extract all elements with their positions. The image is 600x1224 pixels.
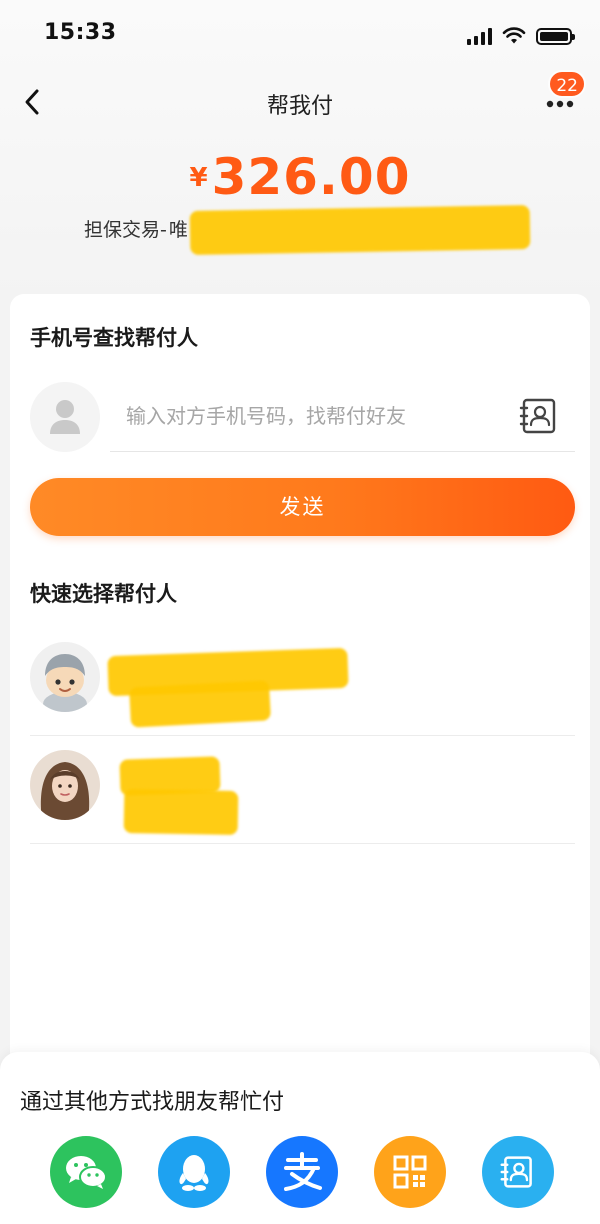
share-channel-list [50, 1136, 554, 1208]
contact-avatar [30, 642, 100, 712]
cellular-signal-icon [467, 27, 492, 45]
page-title: 帮我付 [266, 94, 333, 119]
alipay-icon [284, 1152, 322, 1191]
qq-share-button[interactable] [158, 1136, 230, 1208]
trade-type-label: 担保交易- [84, 219, 167, 241]
contact-card-icon [500, 1156, 532, 1188]
share-panel: 通过其他方式找朋友帮忙付 [0, 1052, 600, 1224]
battery-icon [536, 27, 575, 45]
payment-amount: ¥326.00 [0, 148, 600, 206]
default-avatar-icon [30, 382, 100, 452]
redaction-mark [129, 680, 271, 728]
qq-icon [179, 1155, 209, 1191]
phone-number-input[interactable] [126, 382, 506, 450]
merchant-name: 唯 [168, 219, 188, 241]
trade-description: 担保交易- 唯 [84, 215, 188, 242]
message-count-badge: 22 [548, 70, 586, 98]
amount-value: 326.00 [211, 148, 411, 206]
help-me-pay-page: 15:33 帮我付 22 ¥326.00 担保交易- 唯 手机号查找帮付人 输入… [0, 0, 600, 1224]
contact-avatar [30, 750, 100, 820]
nav-bar: 帮我付 22 [0, 70, 600, 136]
wechat-share-button[interactable] [50, 1136, 122, 1208]
phone-search-row [30, 382, 575, 452]
contact-row[interactable] [30, 736, 575, 844]
wechat-icon [66, 1156, 107, 1189]
send-button[interactable]: 发送 [30, 478, 575, 536]
status-bar: 15:33 [0, 0, 600, 70]
redaction-mark [123, 789, 239, 835]
phone-input-wrap [110, 382, 575, 452]
share-panel-title: 通过其他方式找朋友帮忙付 [20, 1090, 285, 1115]
contact-book-icon[interactable] [519, 396, 559, 436]
qrcode-icon [393, 1155, 427, 1189]
contact-card-share-button[interactable] [482, 1136, 554, 1208]
currency-symbol: ¥ [189, 163, 208, 193]
alipay-share-button[interactable] [266, 1136, 338, 1208]
redaction-mark [189, 205, 531, 255]
quick-select-title: 快速选择帮付人 [30, 582, 177, 606]
phone-search-title: 手机号查找帮付人 [30, 326, 198, 350]
status-icons [467, 24, 575, 48]
status-time: 15:33 [44, 20, 117, 45]
wifi-icon [502, 27, 526, 44]
qrcode-share-button[interactable] [374, 1136, 446, 1208]
